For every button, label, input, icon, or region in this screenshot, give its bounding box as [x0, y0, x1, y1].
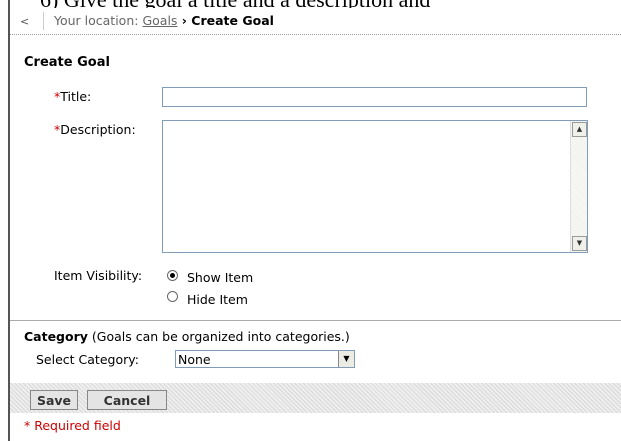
breadcrumb-arrow: › [177, 13, 192, 28]
title-label: *Title: [54, 89, 91, 104]
scroll-up-icon[interactable]: ▲ [572, 122, 587, 137]
hide-item-label[interactable]: Hide Item [187, 292, 248, 307]
description-label: *Description: [54, 122, 136, 137]
description-scrollbar[interactable]: ▲ ▼ [570, 121, 587, 252]
title-input[interactable] [162, 87, 587, 107]
category-title: Category [24, 329, 88, 344]
show-item-radio[interactable] [167, 270, 178, 281]
save-button[interactable]: Save [30, 390, 78, 410]
header-text: 6) Give the goal a title and a descripti… [40, 0, 430, 8]
page-left-border [8, 0, 10, 441]
breadcrumb: < Your location: Goals › Create Goal [10, 8, 621, 35]
category-heading: Category (Goals can be organized into ca… [24, 329, 350, 344]
required-field-note: * Required field [24, 418, 121, 433]
visibility-label: Item Visibility: [54, 268, 143, 283]
scroll-down-icon[interactable]: ▼ [572, 236, 587, 251]
breadcrumb-trail: Your location: Goals › Create Goal [54, 13, 274, 28]
select-category-label: Select Category: [36, 352, 139, 367]
show-item-label[interactable]: Show Item [187, 270, 253, 285]
header-text-fragment: 6) Give the goal a title and a descripti… [0, 0, 621, 8]
description-label-text: Description: [60, 122, 136, 137]
section-divider [10, 320, 621, 321]
category-note: (Goals can be organized into categories.… [87, 329, 350, 344]
breadcrumb-current: Create Goal [191, 13, 274, 28]
title-label-text: Title: [60, 89, 92, 104]
breadcrumb-prefix: Your location: [54, 13, 143, 28]
hide-item-radio[interactable] [167, 291, 178, 302]
description-textarea[interactable]: ▲ ▼ [162, 120, 588, 253]
category-select[interactable]: None ▼ [175, 350, 355, 368]
page-title: Create Goal [24, 55, 110, 70]
breadcrumb-separator [43, 12, 44, 30]
chevron-down-icon[interactable]: ▼ [338, 351, 354, 367]
button-bar: Save Cancel [10, 383, 621, 413]
breadcrumb-link-goals[interactable]: Goals [142, 13, 177, 28]
back-button[interactable]: < [20, 15, 29, 28]
cancel-button[interactable]: Cancel [87, 390, 167, 410]
category-select-value: None [178, 352, 211, 367]
